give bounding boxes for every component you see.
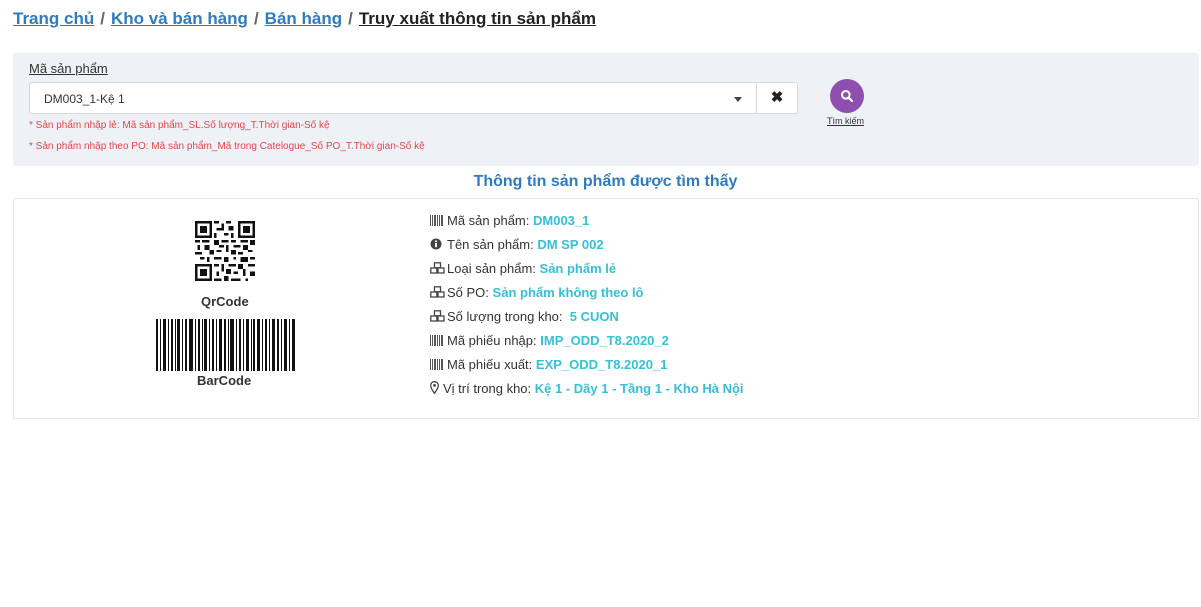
barcode-icon: [430, 358, 444, 373]
cubes-icon: [430, 262, 445, 277]
search-icon: [841, 90, 854, 103]
product-info-list: Mã sản phẩm: DM003_1 Tên sản phẩm: DM SP…: [430, 213, 744, 405]
breadcrumb-home-link[interactable]: Trang chủ: [13, 9, 94, 28]
info-row-import-slip: Mã phiếu nhập: IMP_ODD_T8.2020_2: [430, 333, 744, 357]
qr-code-image: [195, 221, 255, 281]
info-label: Mã phiếu xuất:: [447, 357, 533, 372]
info-label: Số lượng trong kho:: [447, 309, 563, 324]
info-label: Mã phiếu nhập:: [447, 333, 537, 348]
info-value: 5 CUON: [569, 309, 619, 324]
info-label: Mã sản phẩm:: [447, 213, 530, 228]
cubes-icon: [430, 310, 445, 325]
info-circle-icon: [430, 238, 444, 253]
info-value: Sản phẩm lẻ: [539, 261, 617, 276]
chevron-down-icon[interactable]: [734, 97, 742, 102]
barcode-icon: [430, 214, 444, 229]
breadcrumb-separator: /: [348, 9, 353, 28]
info-label: Số PO:: [447, 285, 489, 300]
info-row-export-slip: Mã phiếu xuất: EXP_ODD_T8.2020_1: [430, 357, 744, 381]
hint-po-product: * Sản phẩm nhập theo PO: Mã sản phẩm_Mã …: [29, 141, 425, 152]
breadcrumb-separator: /: [100, 9, 105, 28]
breadcrumb-sales-link[interactable]: Bán hàng: [265, 9, 342, 28]
product-code-select-value: DM003_1-Kệ 1: [44, 92, 125, 106]
info-label: Tên sản phẩm:: [447, 237, 534, 252]
info-label: Loại sản phẩm:: [447, 261, 536, 276]
barcode-label: BarCode: [197, 373, 252, 388]
info-value: IMP_ODD_T8.2020_2: [540, 333, 669, 348]
product-code-label: Mã sản phẩm: [29, 61, 108, 76]
map-marker-icon: [430, 381, 440, 397]
barcode-image: [156, 319, 295, 371]
info-row-product-name: Tên sản phẩm: DM SP 002: [430, 237, 744, 261]
breadcrumb-separator: /: [253, 9, 259, 28]
breadcrumb-warehouse-link[interactable]: Kho và bán hàng: [111, 9, 248, 28]
info-value: EXP_ODD_T8.2020_1: [535, 357, 668, 372]
info-row-storage-location: Vị trí trong kho: Kệ 1 - Dãy 1 - Tầng 1 …: [430, 381, 744, 405]
info-label: Vị trí trong kho:: [443, 381, 532, 396]
hint-single-product: * Sản phẩm nhập lẻ: Mã sản phẩm_SL.Số lư…: [29, 120, 330, 131]
info-value: DM SP 002: [537, 237, 604, 252]
breadcrumb: Trang chủ / Kho và bán hàng / Bán hàng / Truy …: [13, 9, 596, 29]
search-button-label[interactable]: Tìm kiếm: [827, 116, 864, 126]
info-row-po-number: Số PO: Sản phẩm không theo lô: [430, 285, 744, 309]
result-title: Thông tin sản phẩm được tìm thấy: [473, 173, 738, 190]
barcode-icon: [430, 334, 444, 349]
result-card: QrCode BarCode Mã sản phẩm: DM003_1 Tên …: [13, 198, 1199, 419]
clear-selection-button[interactable]: ✖: [757, 82, 798, 114]
info-row-product-code: Mã sản phẩm: DM003_1: [430, 213, 744, 237]
qr-code-label: QrCode: [201, 294, 249, 309]
info-row-product-type: Loại sản phẩm: Sản phẩm lẻ: [430, 261, 744, 285]
close-icon: ✖: [770, 89, 784, 106]
breadcrumb-current: Truy xuất thông tin sản phẩm: [358, 9, 596, 28]
info-value: DM003_1: [533, 213, 590, 228]
product-code-select[interactable]: DM003_1-Kệ 1: [29, 82, 757, 114]
info-value: Kệ 1 - Dãy 1 - Tầng 1 - Kho Hà Nội: [534, 381, 744, 396]
info-value: Sản phẩm không theo lô: [492, 285, 644, 300]
info-row-stock-quantity: Số lượng trong kho: 5 CUON: [430, 309, 744, 333]
search-panel: Mã sản phẩm DM003_1-Kệ 1 ✖ * Sản phẩm nh…: [13, 53, 1199, 166]
search-button[interactable]: [830, 79, 864, 113]
cubes-icon: [430, 286, 445, 301]
